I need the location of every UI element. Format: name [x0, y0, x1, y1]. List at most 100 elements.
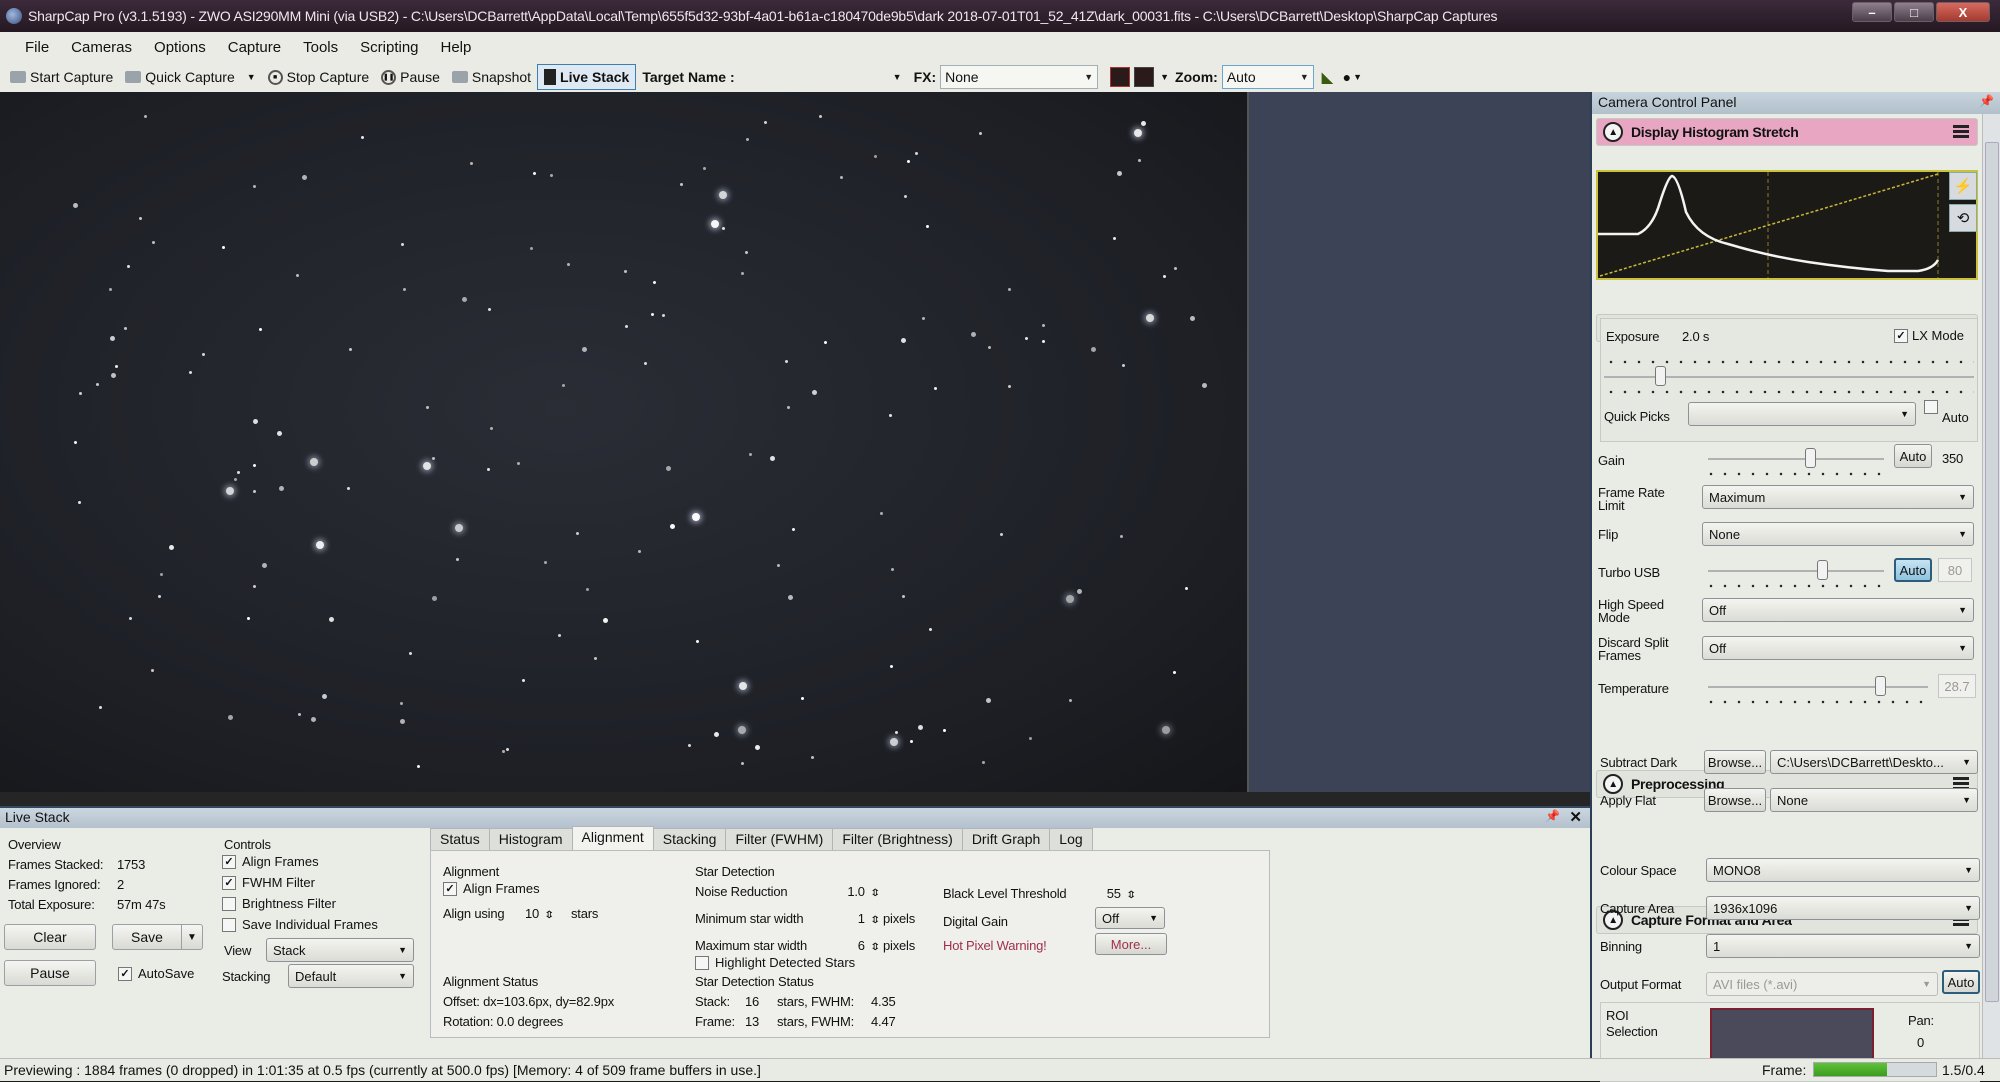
- apply-flat-browse-button[interactable]: Browse...: [1704, 788, 1766, 812]
- menu-help[interactable]: Help: [430, 39, 483, 56]
- pin-icon[interactable]: 📌: [1545, 809, 1560, 823]
- menu-capture[interactable]: Capture: [217, 39, 292, 56]
- frame-rate-select[interactable]: Maximum ▼: [1702, 485, 1974, 509]
- overlay-icon[interactable]: [1134, 67, 1155, 87]
- spinner-icon[interactable]: ⇕: [869, 941, 881, 954]
- chevron-down-icon[interactable]: ▼: [247, 72, 256, 82]
- spinner-icon[interactable]: ⇕: [869, 914, 881, 927]
- minimize-button[interactable]: –: [1852, 2, 1892, 22]
- pin-icon[interactable]: 📌: [1979, 94, 1994, 108]
- histogram-chart[interactable]: ⚡ ⟲: [1596, 170, 1978, 280]
- star-field-image[interactable]: [0, 92, 1250, 792]
- fwhm-filter-checkbox[interactable]: ✓ FWHM Filter: [222, 875, 315, 890]
- turbo-usb-slider-thumb[interactable]: [1817, 560, 1829, 580]
- spinner-icon[interactable]: ⇕: [543, 909, 555, 922]
- highlight-detected-stars-checkbox[interactable]: Highlight Detected Stars: [695, 955, 855, 970]
- menu-options[interactable]: Options: [143, 39, 217, 56]
- quick-picks-auto-checkbox[interactable]: Auto: [1924, 400, 1969, 425]
- black-level-threshold-stepper[interactable]: 55 ⇕: [1091, 887, 1137, 902]
- digital-gain-select[interactable]: Off ▼: [1095, 907, 1165, 929]
- camera-panel-scrollbar[interactable]: [1982, 114, 2000, 1058]
- lx-mode-checkbox[interactable]: ✓ LX Mode: [1894, 328, 1964, 343]
- noise-reduction-stepper[interactable]: 1.0 ⇕: [831, 885, 881, 900]
- min-star-width-stepper[interactable]: 1 ⇕: [831, 912, 881, 927]
- apply-flat-select[interactable]: None ▼: [1770, 788, 1978, 812]
- lightning-icon[interactable]: ⚡: [1949, 172, 1977, 200]
- more-button[interactable]: More...: [1095, 933, 1167, 955]
- magnifier-icon[interactable]: ●: [1343, 69, 1351, 85]
- collapse-icon[interactable]: ▲: [1603, 122, 1623, 142]
- tab-filter-fwhm[interactable]: Filter (FWHM): [725, 828, 834, 850]
- turbo-usb-auto-button[interactable]: Auto: [1894, 558, 1932, 582]
- capture-area-select[interactable]: 1936x1096 ▼: [1706, 896, 1980, 920]
- gain-auto-button[interactable]: Auto: [1894, 444, 1932, 468]
- chevron-down-icon[interactable]: ▼: [1353, 72, 1362, 82]
- tab-alignment[interactable]: Alignment: [571, 826, 654, 850]
- discard-split-select[interactable]: Off ▼: [1702, 636, 1974, 660]
- binning-label: Binning: [1600, 939, 1642, 954]
- live-stack-button[interactable]: Live Stack: [537, 64, 637, 90]
- stacking-select[interactable]: Default ▼: [288, 964, 414, 988]
- menu-icon[interactable]: [1953, 125, 1969, 138]
- align-using-stepper[interactable]: 10 ⇕: [525, 907, 555, 922]
- high-speed-select[interactable]: Off ▼: [1702, 598, 1974, 622]
- quick-picks-select[interactable]: ▼: [1688, 402, 1916, 426]
- snapshot-button[interactable]: Snapshot: [446, 64, 537, 90]
- fx-select[interactable]: None ▼: [940, 65, 1099, 89]
- pause-stack-button[interactable]: Pause: [4, 960, 96, 986]
- output-format-auto-button[interactable]: Auto: [1942, 970, 1980, 994]
- tab-drift-graph[interactable]: Drift Graph: [961, 828, 1051, 850]
- save-options-dropdown[interactable]: ▼: [181, 924, 203, 950]
- close-icon[interactable]: ✕: [1569, 808, 1582, 826]
- exposure-value[interactable]: 2.0 s: [1682, 330, 1882, 343]
- colour-space-select[interactable]: MONO8 ▼: [1706, 858, 1980, 882]
- turbo-usb-slider-track[interactable]: [1708, 570, 1884, 572]
- gain-slider-track[interactable]: [1708, 458, 1884, 460]
- max-star-width-stepper[interactable]: 6 ⇕: [831, 939, 881, 954]
- close-button[interactable]: X: [1936, 2, 1990, 22]
- brightness-filter-checkbox[interactable]: Brightness Filter: [222, 896, 336, 911]
- turbo-usb-value[interactable]: 80: [1938, 558, 1972, 582]
- view-select[interactable]: Stack ▼: [266, 938, 414, 962]
- align-frames-checkbox[interactable]: ✓ Align Frames: [222, 854, 319, 869]
- scrollbar-thumb[interactable]: [1985, 142, 1999, 1002]
- binning-select[interactable]: 1 ▼: [1706, 934, 1980, 958]
- chevron-down-icon[interactable]: ▼: [893, 72, 902, 82]
- save-button[interactable]: Save: [112, 924, 182, 950]
- chevron-down-icon[interactable]: ▼: [1160, 72, 1169, 82]
- gain-slider-thumb[interactable]: [1805, 448, 1817, 468]
- tab-histogram[interactable]: Histogram: [488, 828, 573, 850]
- subtract-dark-select[interactable]: C:\Users\DCBarrett\Deskto... ▼: [1770, 750, 1978, 774]
- alignment-align-frames-checkbox[interactable]: ✓ Align Frames: [443, 881, 540, 896]
- histogram-icon[interactable]: ◣: [1322, 69, 1333, 86]
- collapse-icon[interactable]: ▲: [1603, 774, 1623, 794]
- menu-tools[interactable]: Tools: [292, 39, 349, 56]
- menu-cameras[interactable]: Cameras: [60, 39, 143, 56]
- histogram-section-header[interactable]: ▲ Display Histogram Stretch: [1596, 118, 1978, 146]
- tab-status[interactable]: Status: [430, 828, 490, 850]
- reset-icon[interactable]: ⟲: [1949, 204, 1977, 232]
- reticule-icon[interactable]: [1110, 67, 1131, 87]
- tab-log[interactable]: Log: [1049, 828, 1093, 850]
- spinner-icon[interactable]: ⇕: [869, 887, 881, 900]
- flip-select[interactable]: None ▼: [1702, 522, 1974, 546]
- start-capture-button[interactable]: Start Capture: [4, 64, 119, 90]
- pause-button[interactable]: ❚❚ Pause: [375, 64, 446, 90]
- menu-file[interactable]: File: [14, 39, 60, 56]
- stop-capture-button[interactable]: ■ Stop Capture: [262, 64, 376, 90]
- tab-filter-brightness[interactable]: Filter (Brightness): [832, 828, 963, 850]
- subtract-dark-browse-button[interactable]: Browse...: [1704, 750, 1766, 774]
- zoom-select[interactable]: Auto ▼: [1221, 65, 1314, 89]
- tab-stacking[interactable]: Stacking: [652, 828, 727, 850]
- image-preview-area[interactable]: [0, 92, 1590, 806]
- sharpcap-app-icon: [6, 8, 22, 24]
- autosave-checkbox[interactable]: ✓ AutoSave: [118, 966, 194, 981]
- menu-scripting[interactable]: Scripting: [349, 39, 429, 56]
- gain-value[interactable]: 350: [1942, 452, 1963, 465]
- save-individual-frames-checkbox[interactable]: Save Individual Frames: [222, 917, 378, 932]
- exposure-slider-thumb[interactable]: [1654, 366, 1666, 386]
- maximize-button[interactable]: □: [1894, 2, 1934, 22]
- quick-capture-button[interactable]: Quick Capture ▼: [119, 64, 261, 90]
- spinner-icon[interactable]: ⇕: [1125, 889, 1137, 902]
- clear-button[interactable]: Clear: [4, 924, 96, 950]
